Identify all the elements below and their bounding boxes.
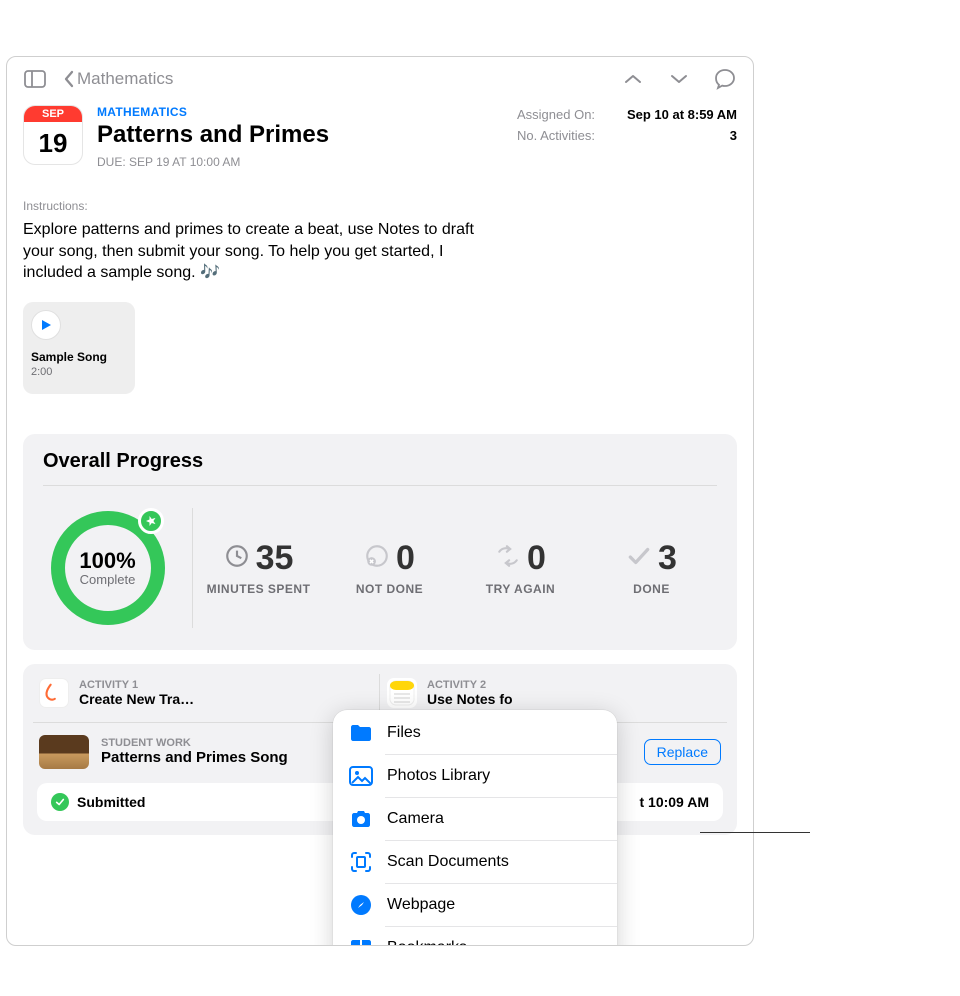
callout-line-replace [700, 832, 810, 833]
prev-button[interactable] [615, 61, 651, 97]
submitted-label: Submitted [77, 794, 145, 810]
calendar-month: SEP [24, 106, 82, 122]
scan-icon [349, 850, 373, 874]
photo-icon [349, 764, 373, 788]
replace-button[interactable]: Replace [644, 739, 721, 765]
popover-item-bookmarks[interactable]: Bookmarks [333, 927, 617, 946]
next-button[interactable] [661, 61, 697, 97]
not-done-icon [364, 539, 390, 578]
submitted-check-icon [51, 793, 69, 811]
assignment-meta: Assigned On: Sep 10 at 8:59 AM No. Activ… [517, 105, 737, 169]
star-badge-icon [138, 508, 164, 534]
num-activities-key: No. Activities: [517, 128, 595, 143]
play-icon[interactable] [31, 310, 61, 340]
activity-2[interactable]: ACTIVITY 2 Use Notes fo [381, 674, 727, 712]
due-date-label: DUE: SEP 19 AT 10:00 AM [97, 155, 503, 169]
activity-1[interactable]: ACTIVITY 1 Create New Tra… [33, 674, 380, 712]
folder-icon [349, 721, 373, 745]
back-label: Mathematics [77, 69, 173, 89]
bookmark-icon [349, 936, 373, 946]
submitted-time: t 10:09 AM [639, 794, 709, 810]
stat-not-done: 0 NOT DONE [324, 539, 455, 596]
num-activities-value: 3 [730, 128, 737, 143]
retry-icon [495, 539, 521, 578]
assigned-on-key: Assigned On: [517, 107, 595, 122]
overall-progress-card: Overall Progress 100% Complete [23, 434, 737, 650]
instructions-label: Instructions: [23, 199, 737, 213]
safari-icon [349, 893, 373, 917]
attachment-card[interactable]: Sample Song 2:00 [23, 302, 135, 394]
top-bar: Mathematics [7, 57, 753, 101]
attachment-title: Sample Song [31, 350, 127, 364]
popover-item-photos[interactable]: Photos Library [333, 755, 617, 797]
calendar-icon: SEP 19 [23, 105, 83, 165]
popover-item-scan[interactable]: Scan Documents [333, 841, 617, 883]
popover-item-webpage[interactable]: Webpage [333, 884, 617, 926]
messages-button[interactable] [707, 61, 743, 97]
page-title: Patterns and Primes [97, 121, 503, 149]
attachment-duration: 2:00 [31, 366, 127, 378]
assignment-header: SEP 19 MATHEMATICS Patterns and Primes D… [7, 101, 753, 169]
sidebar-toggle-button[interactable] [17, 61, 53, 97]
overall-progress-title: Overall Progress [43, 450, 717, 486]
garageband-icon [39, 678, 69, 708]
popover-item-files[interactable]: Files [333, 712, 617, 754]
check-icon [626, 539, 652, 578]
progress-ring: 100% Complete [48, 508, 168, 628]
clock-icon [224, 539, 250, 578]
camera-icon [349, 807, 373, 831]
work-thumbnail-icon [39, 735, 89, 769]
assigned-on-value: Sep 10 at 8:59 AM [627, 107, 737, 122]
back-button[interactable]: Mathematics [63, 69, 173, 89]
calendar-day: 19 [39, 122, 68, 164]
stat-minutes-spent: 35 MINUTES SPENT [193, 539, 324, 596]
stat-done: 3 DONE [586, 539, 717, 596]
student-work-kicker: STUDENT WORK [101, 737, 288, 749]
instructions-body: Explore patterns and primes to create a … [23, 219, 503, 284]
progress-percent: 100% [79, 548, 135, 574]
instructions-section: Instructions: Explore patterns and prime… [7, 169, 753, 284]
stat-try-again: 0 TRY AGAIN [455, 539, 586, 596]
notes-icon [387, 678, 417, 708]
add-attachment-popover: Files Photos Library Camera Scan Documen… [333, 710, 617, 946]
popover-item-camera[interactable]: Camera [333, 798, 617, 840]
progress-percent-label: Complete [80, 572, 136, 587]
app-window: Mathematics SEP 19 MATHEMATICS Patterns … [6, 56, 754, 946]
subject-label: MATHEMATICS [97, 105, 503, 119]
student-work-title: Patterns and Primes Song [101, 749, 288, 766]
